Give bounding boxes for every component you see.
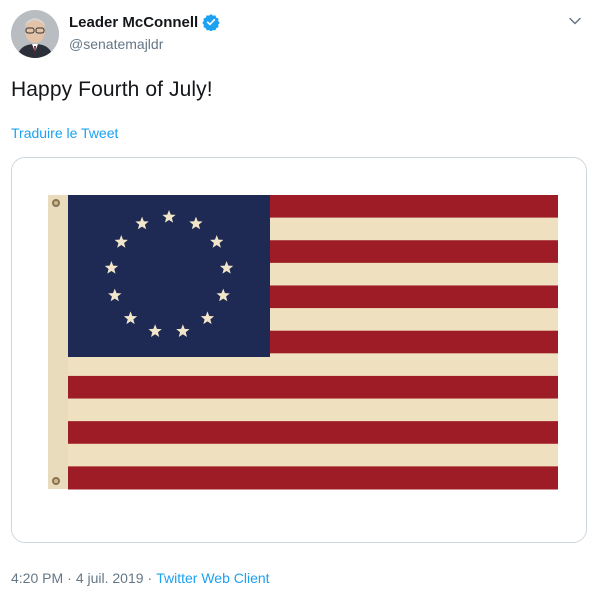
tweet-date[interactable]: 4 juil. 2019 (76, 570, 144, 586)
flag-image (12, 158, 586, 542)
meta-separator: · (147, 570, 153, 586)
tweet-text: Happy Fourth of July! (11, 78, 213, 101)
flag-stripe (68, 398, 558, 422)
flag-stripe (68, 466, 558, 490)
avatar-image (11, 10, 59, 58)
tweet-meta: 4:20 PM · 4 juil. 2019 · Twitter Web Cli… (11, 570, 270, 586)
meta-separator: · (67, 570, 72, 586)
tweet-time[interactable]: 4:20 PM (11, 570, 63, 586)
flag-stripe (68, 421, 558, 445)
media-card[interactable] (11, 157, 587, 543)
display-name[interactable]: Leader McConnell (69, 14, 198, 31)
author-name-row[interactable]: Leader McConnell (69, 13, 220, 32)
translate-tweet-link[interactable]: Traduire le Tweet (11, 125, 118, 141)
avatar[interactable] (11, 10, 59, 58)
flag-stripe (68, 375, 558, 400)
author-handle[interactable]: @senatemajldr (69, 36, 163, 52)
verified-badge-icon (202, 13, 220, 32)
chevron-down-icon[interactable] (568, 14, 582, 28)
tweet-client-link[interactable]: Twitter Web Client (156, 570, 269, 586)
flag-stripe (68, 443, 558, 467)
